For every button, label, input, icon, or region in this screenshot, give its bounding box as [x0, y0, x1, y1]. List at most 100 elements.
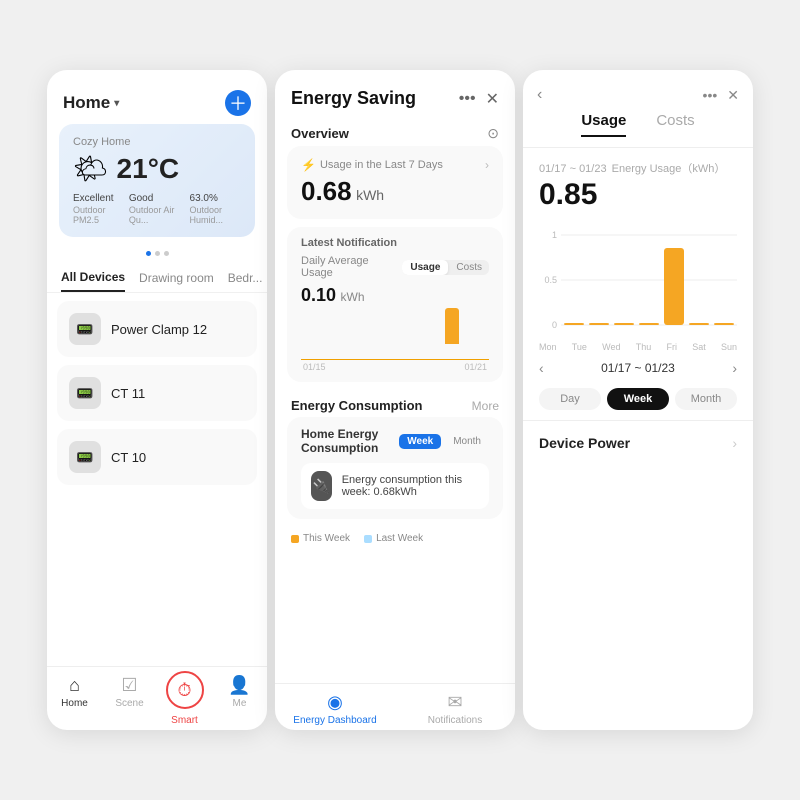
close-icon[interactable]: ✕: [486, 89, 499, 109]
chart-legend: This Week Last Week: [275, 527, 515, 550]
month-btn[interactable]: Month: [445, 434, 489, 449]
device-item-3[interactable]: 📟 CT 10: [57, 429, 257, 485]
this-week-label: This Week: [303, 533, 350, 544]
stat-humid: 63.0% Outdoor Humid...: [190, 193, 241, 225]
energy-title: Energy Saving: [291, 88, 416, 109]
day-period-btn[interactable]: Day: [539, 388, 601, 410]
home-bottom-nav: ⌂ Home ☑ Scene ⏱ Smart 👤 Me: [47, 666, 267, 730]
usage-costs-toggle: Usage Costs: [402, 260, 489, 275]
home-panel: Home ▾ ＋ Cozy Home 🌤 21°C Excellent Outd…: [47, 70, 267, 730]
nav-scene-label: Scene: [115, 698, 143, 709]
device-consumption-text: Energy consumption this week: 0.68kWh: [342, 474, 479, 498]
day-wed: Wed: [602, 342, 620, 352]
device-item-1[interactable]: 📟 Power Clamp 12: [57, 301, 257, 357]
device-item-2[interactable]: 📟 CT 11: [57, 365, 257, 421]
notifications-nav-icon: ✉: [447, 692, 462, 713]
chart-bar: [445, 308, 459, 344]
usage-kwh-value: 0.85: [523, 178, 753, 220]
me-nav-icon: 👤: [228, 675, 250, 696]
back-icon[interactable]: ‹: [537, 86, 542, 104]
energy-cons-title: Energy Consumption: [291, 398, 422, 413]
nav-scene[interactable]: ☑ Scene: [102, 675, 157, 726]
weather-location: Cozy Home: [73, 136, 241, 148]
energy-usage-label: 01/17 ~ 01/23 Energy Usage（kWh）: [523, 148, 753, 178]
cloud-icon: 🌤: [73, 152, 109, 185]
bar-chart: 1 0.5 0: [523, 220, 753, 340]
device-tabs: All Devices Drawing room Bedr... •••: [47, 264, 267, 293]
energy-panel: Energy Saving ••• ✕ Overview ⊙ ⚡ Usage i…: [275, 70, 515, 730]
overview-chevron-icon[interactable]: ›: [485, 158, 489, 172]
energy-header: Energy Saving ••• ✕: [275, 70, 515, 117]
overview-unit: kWh: [356, 187, 384, 203]
day-fri: Fri: [667, 342, 678, 352]
last-week-dot: [364, 535, 372, 543]
home-energy-label: Home Energy Consumption: [301, 427, 399, 455]
time-period-row: Day Week Month: [523, 382, 753, 421]
usage-tabs: Usage Costs: [523, 112, 753, 148]
costs-toggle-btn[interactable]: Costs: [448, 260, 489, 275]
last-week-label: Last Week: [376, 533, 423, 544]
energy-cons-more[interactable]: More: [472, 399, 499, 413]
bar-chart-svg: 1 0.5 0: [539, 220, 737, 340]
add-button[interactable]: ＋: [225, 90, 251, 116]
overview-kwh: 0.68: [301, 176, 352, 206]
overview-settings-icon[interactable]: ⊙: [487, 125, 499, 142]
tab-all-devices[interactable]: All Devices: [61, 264, 125, 292]
stat-pm25: Excellent Outdoor PM2.5: [73, 193, 119, 225]
energy-bottom-nav: ◉ Energy Dashboard ✉ Notifications: [275, 683, 515, 730]
day-sun: Sun: [721, 342, 737, 352]
week-month-toggle: Week Month: [399, 434, 489, 449]
device-power-chevron-icon: ›: [732, 435, 737, 451]
device-name: CT 10: [111, 450, 146, 465]
notification-title: Latest Notification: [301, 237, 489, 249]
consumption-device-row: 🔌 Energy consumption this week: 0.68kWh: [301, 463, 489, 509]
nav-me[interactable]: 👤 Me: [212, 675, 267, 726]
dashboard-nav-icon: ◉: [327, 692, 343, 713]
carousel-dots: [47, 251, 267, 256]
week-period-btn[interactable]: Week: [607, 388, 669, 410]
device-power-row[interactable]: Device Power ›: [523, 421, 753, 465]
device-icon: 📟: [69, 377, 101, 409]
home-title-text: Home: [63, 93, 110, 113]
prev-date-btn[interactable]: ‹: [539, 360, 544, 376]
tab-drawing-room[interactable]: Drawing room: [139, 265, 214, 291]
overview-title: Overview: [291, 126, 349, 141]
dashboard-nav-label: Energy Dashboard: [293, 715, 376, 726]
chart-dates: 01/15 01/21: [301, 362, 489, 372]
usage-toggle-btn[interactable]: Usage: [402, 260, 448, 275]
nav-energy-dashboard[interactable]: ◉ Energy Dashboard: [275, 692, 395, 726]
month-period-btn[interactable]: Month: [675, 388, 737, 410]
home-header: Home ▾ ＋: [47, 70, 267, 124]
nav-me-label: Me: [233, 698, 247, 709]
next-date-btn[interactable]: ›: [732, 360, 737, 376]
stat-airq: Good Outdoor Air Qu...: [129, 193, 180, 225]
energy-cons-header: Energy Consumption More: [275, 390, 515, 417]
bolt-icon: ⚡: [301, 158, 316, 172]
tab-bedroom[interactable]: Bedr...: [228, 265, 263, 291]
more-icon[interactable]: •••: [459, 90, 476, 108]
device-name: CT 11: [111, 386, 145, 401]
dot-3: [164, 251, 169, 256]
scene-nav-icon: ☑: [121, 675, 137, 696]
tab-costs[interactable]: Costs: [656, 112, 694, 137]
legend-last-week: Last Week: [364, 533, 423, 544]
this-week-dot: [291, 535, 299, 543]
day-thu: Thu: [636, 342, 652, 352]
notification-label: Daily Average Usage: [301, 255, 402, 279]
svg-text:0.5: 0.5: [544, 275, 557, 285]
day-mon: Mon: [539, 342, 557, 352]
usage-more-icon[interactable]: •••: [703, 87, 718, 103]
device-list: 📟 Power Clamp 12 📟 CT 11 📟 CT 10: [47, 301, 267, 666]
device-icon: 📟: [69, 441, 101, 473]
nav-notifications[interactable]: ✉ Notifications: [395, 692, 515, 726]
tab-usage[interactable]: Usage: [581, 112, 626, 137]
home-title[interactable]: Home ▾: [63, 93, 119, 113]
notification-kwh: 0.10: [301, 285, 336, 305]
overview-card: ⚡ Usage in the Last 7 Days › 0.68 kWh: [287, 146, 503, 219]
home-nav-icon: ⌂: [69, 675, 80, 696]
nav-smart[interactable]: ⏱ Smart: [157, 675, 212, 726]
nav-home[interactable]: ⌂ Home: [47, 675, 102, 726]
usage-header-icons: ••• ✕: [703, 87, 739, 104]
week-btn[interactable]: Week: [399, 434, 441, 449]
usage-close-icon[interactable]: ✕: [727, 87, 739, 104]
